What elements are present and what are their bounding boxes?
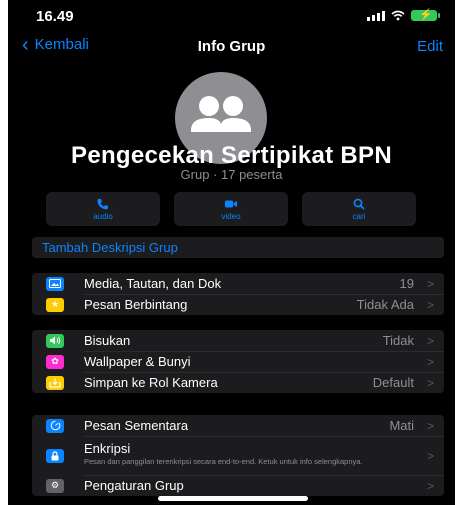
search-button[interactable]: cari: [302, 192, 416, 226]
wifi-icon: [391, 10, 405, 21]
phone-screen: 16.49 ⚡ ‹ Kembali Info Grup Edit Pengece…: [8, 0, 455, 505]
starred-messages-row[interactable]: ★ Pesan Berbintang Tidak Ada >: [32, 294, 444, 315]
group-settings-row[interactable]: ⚙ Pengaturan Grup >: [32, 475, 444, 496]
chevron-right-icon: >: [426, 418, 434, 433]
wallpaper-sound-row[interactable]: ✿ Wallpaper & Bunyi >: [32, 351, 444, 372]
download-icon: [46, 375, 64, 390]
photo-icon: [46, 276, 64, 291]
row-label: Bisukan: [84, 333, 131, 348]
search-label: cari: [352, 211, 366, 221]
row-label: Media, Tautan, dan Dok: [84, 276, 222, 291]
status-icons: ⚡: [367, 9, 440, 21]
group-name: Pengecekan Sertipikat BPN: [71, 142, 392, 169]
media-links-docs-row[interactable]: Media, Tautan, dan Dok 19 >: [32, 273, 444, 294]
home-indicator[interactable]: [158, 496, 308, 501]
chevron-right-icon: >: [426, 333, 434, 348]
row-label: Enkripsi: [84, 441, 131, 456]
encryption-row[interactable]: Enkripsi Pesan dan panggilan terenkripsi…: [32, 436, 444, 475]
chevron-right-icon: >: [426, 354, 434, 369]
audio-label: audio: [93, 211, 113, 221]
timer-icon: [46, 418, 64, 433]
star-icon: ★: [46, 297, 64, 312]
video-call-button[interactable]: video: [174, 192, 288, 226]
lock-icon: [46, 448, 64, 463]
video-label: video: [221, 211, 241, 221]
chevron-right-icon: >: [426, 448, 434, 463]
row-label: Pesan Sementara: [84, 418, 189, 433]
video-camera-icon: [225, 200, 237, 207]
mute-value: Tidak: [382, 333, 414, 348]
navigation-bar: ‹ Kembali Info Grup Edit: [8, 30, 455, 62]
row-label: Wallpaper & Bunyi: [84, 354, 191, 369]
status-bar: 16.49 ⚡: [8, 0, 455, 30]
privacy-section: Pesan Sementara Mati > Enkripsi Pesan da…: [32, 415, 444, 496]
chevron-right-icon: >: [426, 276, 434, 291]
chevron-right-icon: >: [426, 478, 434, 493]
chevron-right-icon: >: [426, 297, 434, 312]
disappearing-value: Mati: [389, 418, 414, 433]
chevron-right-icon: >: [426, 375, 434, 390]
media-count: 19: [399, 276, 414, 291]
row-label: Pengaturan Grup: [84, 478, 184, 493]
media-section: Media, Tautan, dan Dok 19 > ★ Pesan Berb…: [32, 273, 444, 315]
encryption-description: Pesan dan panggilan terenkripsi secara e…: [84, 457, 363, 466]
camera-roll-value: Default: [372, 375, 414, 390]
mute-row[interactable]: Bisukan Tidak >: [32, 330, 444, 351]
phone-icon: [97, 198, 108, 209]
row-label: Simpan ke Rol Kamera: [84, 375, 218, 390]
status-time: 16.49: [36, 8, 74, 25]
audio-call-button[interactable]: audio: [46, 192, 160, 226]
group-participants: Grup · 17 peserta: [180, 167, 283, 182]
speaker-icon: [46, 333, 64, 348]
add-group-description-button[interactable]: Tambah Deskripsi Grup: [32, 237, 444, 258]
save-to-camera-roll-row[interactable]: Simpan ke Rol Kamera Default >: [32, 372, 444, 393]
search-icon: [353, 198, 365, 209]
quick-actions: audio video cari: [46, 192, 416, 226]
page-title: Info Grup: [197, 38, 266, 55]
signal-icon: [367, 10, 385, 21]
disappearing-messages-row[interactable]: Pesan Sementara Mati >: [32, 415, 444, 436]
gear-icon: ⚙: [46, 478, 64, 493]
starred-value: Tidak Ada: [356, 297, 414, 312]
settings-section: Bisukan Tidak > ✿ Wallpaper & Bunyi > Si…: [32, 330, 444, 393]
row-label: Pesan Berbintang: [84, 297, 188, 312]
edit-button[interactable]: Edit: [417, 38, 443, 55]
battery-icon: ⚡: [411, 9, 440, 21]
flower-icon: ✿: [46, 354, 64, 369]
